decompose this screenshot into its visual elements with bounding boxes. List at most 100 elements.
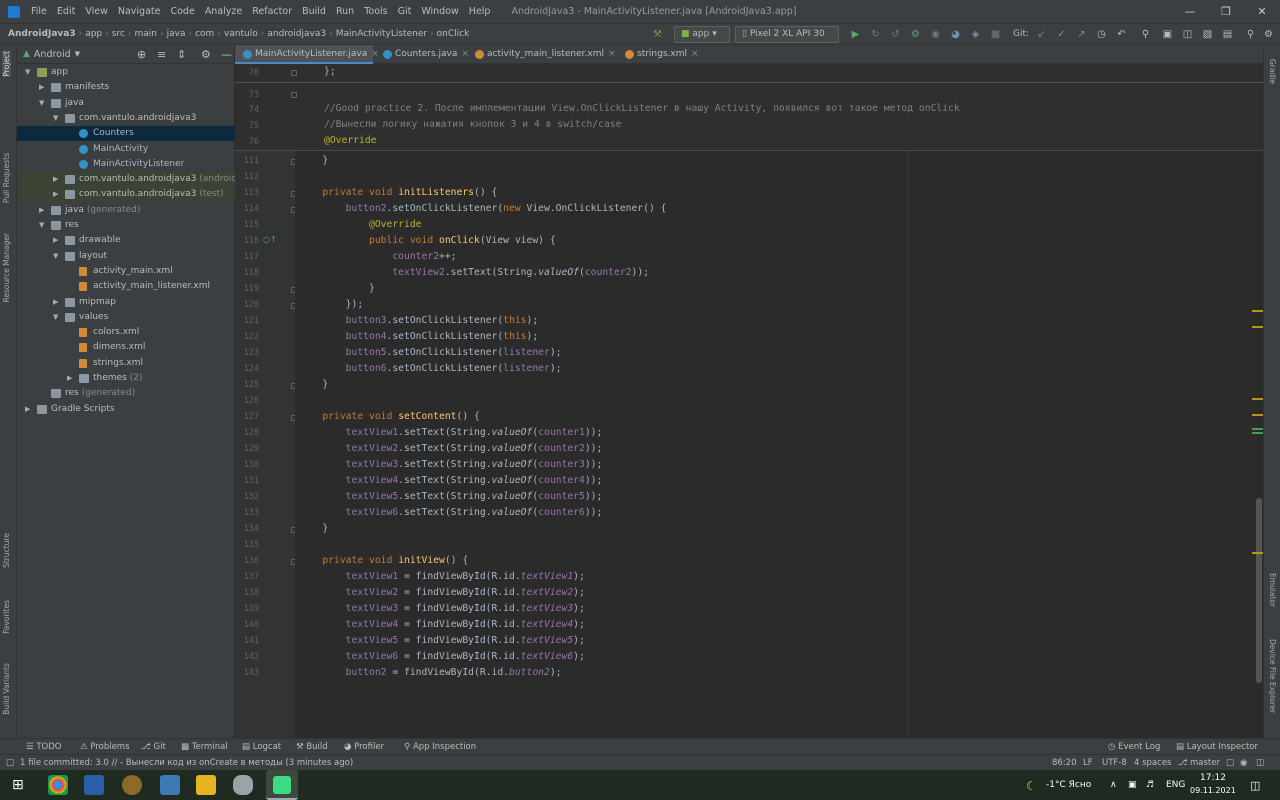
attach-debugger-icon[interactable]: ◉ xyxy=(930,29,941,40)
line-number[interactable]: 132 xyxy=(235,492,259,502)
tool-logcat[interactable]: ▤ Logcat xyxy=(242,739,281,755)
chevron-down-icon[interactable]: ▼ xyxy=(75,50,80,58)
line-number[interactable]: 121 xyxy=(235,316,259,326)
editor-scrollbar[interactable] xyxy=(1256,498,1262,683)
inspector-icon[interactable]: ◉ xyxy=(1240,755,1247,771)
git-history-icon[interactable]: ◷ xyxy=(1096,29,1107,40)
tool-layout-inspector[interactable]: ▤ Layout Inspector xyxy=(1176,739,1258,755)
line-number[interactable]: 137 xyxy=(235,572,259,582)
code-line[interactable]: private void initView() { xyxy=(299,553,468,569)
collapsed-arrow-icon[interactable]: ▶ xyxy=(53,172,58,187)
menu-item-tools[interactable]: Tools xyxy=(359,6,392,17)
menu-item-code[interactable]: Code xyxy=(165,6,199,17)
menu-item-edit[interactable]: Edit xyxy=(52,6,80,17)
code-line[interactable]: textView2 = findViewById(R.id.textView2)… xyxy=(299,585,585,601)
avd-manager-icon[interactable]: ▧ xyxy=(1202,29,1213,40)
tool-tab-resource-manager[interactable]: Resource Manager xyxy=(2,233,11,303)
notifications-icon[interactable]: ◫ xyxy=(1250,779,1260,792)
line-number[interactable]: 114 xyxy=(235,204,259,214)
tree-item[interactable]: ▼ java xyxy=(17,96,235,111)
save-app-icon[interactable] xyxy=(84,775,104,795)
tree-item[interactable]: ▶ com.vantulo.androidjava3 (test) xyxy=(17,187,235,203)
expanded-arrow-icon[interactable]: ▼ xyxy=(25,65,30,80)
code-line[interactable]: button2.setOnClickListener(new View.OnCl… xyxy=(299,201,667,217)
menu-item-file[interactable]: File xyxy=(26,6,52,17)
line-number[interactable]: 128 xyxy=(235,428,259,438)
code-line[interactable]: textView5 = findViewById(R.id.textView5)… xyxy=(299,633,585,649)
warning-marker[interactable] xyxy=(1252,414,1263,416)
memory-icon[interactable]: ◫ xyxy=(1256,755,1264,771)
tree-item[interactable]: ▶ com.vantulo.androidjava3 (androidTest) xyxy=(17,172,258,188)
line-number[interactable]: 119 xyxy=(235,284,259,294)
code-line[interactable]: textView1.setText(String.valueOf(counter… xyxy=(299,425,603,441)
settings-icon[interactable]: ⚙ xyxy=(1263,29,1274,40)
tree-item[interactable]: activity_main_listener.xml xyxy=(17,279,235,294)
collapsed-arrow-icon[interactable]: ▶ xyxy=(53,295,58,310)
tool-tab-favorites[interactable]: Favorites xyxy=(2,600,11,634)
tool-build[interactable]: ⚒ Build xyxy=(296,739,328,755)
debug-icon[interactable]: ⚙ xyxy=(910,29,921,40)
tool-tab-structure[interactable]: Structure xyxy=(2,533,11,568)
close-icon[interactable]: ✕ xyxy=(1244,0,1280,23)
weather-icon[interactable]: ☾ xyxy=(1026,779,1037,793)
sticky-code-line[interactable]: }; xyxy=(324,64,336,80)
expand-all-icon[interactable]: ⇕ xyxy=(177,48,186,61)
line-number[interactable]: 131 xyxy=(235,476,259,486)
caret-position[interactable]: 86:20 xyxy=(1052,755,1077,771)
line-number[interactable]: 73 xyxy=(235,90,259,100)
line-number[interactable]: 133 xyxy=(235,508,259,518)
line-number[interactable]: 129 xyxy=(235,444,259,454)
breadcrumb-item[interactable]: app xyxy=(82,29,105,39)
line-number[interactable]: 134 xyxy=(235,524,259,534)
tree-item[interactable]: ▼ com.vantulo.androidjava3 xyxy=(17,111,235,126)
line-number[interactable]: 125 xyxy=(235,380,259,390)
code-line[interactable]: button2 = findViewById(R.id.button2); xyxy=(299,665,562,681)
line-number[interactable]: 142 xyxy=(235,652,259,662)
tree-item[interactable]: ▶ java (generated) xyxy=(17,203,235,218)
tree-item[interactable]: ▶ Gradle Scripts xyxy=(17,402,235,417)
code-line[interactable]: textView1 = findViewById(R.id.textView1)… xyxy=(299,569,585,585)
sdk-manager-icon[interactable]: ◫ xyxy=(1182,29,1193,40)
line-number[interactable]: 126 xyxy=(235,396,259,406)
menu-item-view[interactable]: View xyxy=(80,6,113,17)
sticky-code-line[interactable]: @Override xyxy=(324,133,377,149)
tree-item[interactable]: ▼ layout xyxy=(17,249,235,264)
fold-marker-icon[interactable] xyxy=(291,92,297,98)
tool-tab-gradle[interactable]: Gradle xyxy=(1268,59,1277,84)
breadcrumb-item[interactable]: MainActivityListener xyxy=(333,29,430,39)
code-line[interactable]: private void initListeners() { xyxy=(299,185,497,201)
breadcrumb-item[interactable]: src xyxy=(109,29,128,39)
tree-item[interactable]: dimens.xml xyxy=(17,340,235,355)
line-number[interactable]: 123 xyxy=(235,348,259,358)
apply-code-changes-icon[interactable]: ↺ xyxy=(890,29,901,40)
status-message[interactable]: 1 file committed: 3.0 // - Вынесли код и… xyxy=(20,755,353,771)
editor-tab[interactable]: Counters.java × xyxy=(375,45,469,64)
line-number[interactable]: 111 xyxy=(235,156,259,166)
tool-tab-project[interactable]: Project xyxy=(2,51,11,77)
line-number[interactable]: 120 xyxy=(235,300,259,310)
code-line[interactable]: } xyxy=(299,377,328,393)
code-line[interactable]: textView5.setText(String.valueOf(counter… xyxy=(299,489,603,505)
code-line[interactable]: counter2++; xyxy=(299,249,456,265)
line-number[interactable]: 141 xyxy=(235,636,259,646)
line-number[interactable]: 75 xyxy=(235,121,259,131)
vcs-marker[interactable] xyxy=(1252,428,1263,430)
code-line[interactable]: textView4.setText(String.valueOf(counter… xyxy=(299,473,603,489)
code-editor[interactable]: //Toast вывести текст как всплывающее ув… xyxy=(295,64,1263,738)
menu-item-build[interactable]: Build xyxy=(297,6,331,17)
line-number[interactable]: 74 xyxy=(235,105,259,115)
tree-item[interactable]: strings.xml xyxy=(17,356,235,371)
line-number[interactable]: 115 xyxy=(235,220,259,230)
project-structure-icon[interactable]: ▣ xyxy=(1162,29,1173,40)
warning-marker[interactable] xyxy=(1252,398,1263,400)
tree-item[interactable]: res (generated) xyxy=(17,386,235,401)
expanded-arrow-icon[interactable]: ▼ xyxy=(39,96,44,111)
tree-item[interactable]: activity_main.xml xyxy=(17,264,235,279)
clock-date[interactable]: 09.11.2021 xyxy=(1190,786,1236,795)
tray-chevron-icon[interactable]: ∧ xyxy=(1110,780,1117,790)
line-number[interactable]: 140 xyxy=(235,620,259,630)
code-line[interactable]: } xyxy=(299,153,328,169)
tree-item[interactable]: ▶ mipmap xyxy=(17,295,235,310)
menu-item-navigate[interactable]: Navigate xyxy=(113,6,166,17)
warning-marker[interactable] xyxy=(1252,552,1263,554)
